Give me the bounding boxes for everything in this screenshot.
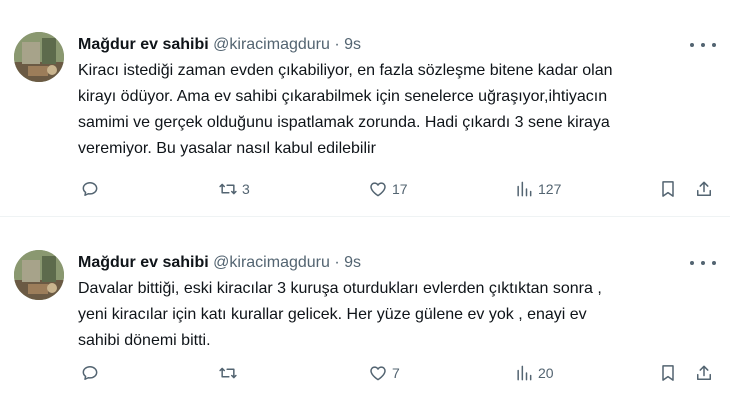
reply-button[interactable] — [80, 358, 104, 388]
tweet-header: Mağdur ev sahibi @kiracimagduru · 9s — [78, 252, 710, 274]
like-button[interactable]: 7 — [368, 358, 400, 388]
heart-icon — [370, 366, 386, 381]
user-handle[interactable]: @kiracimagduru — [213, 254, 330, 271]
comment-icon — [82, 366, 98, 380]
like-count: 7 — [392, 365, 400, 381]
bookmark-icon — [662, 181, 674, 197]
timestamp[interactable]: 9s — [344, 254, 361, 271]
tweet-text: Davalar bittiği, eski kiracılar 3 kuruşa… — [78, 280, 602, 349]
view-count: 20 — [538, 365, 554, 381]
tweet-divider — [0, 216, 730, 217]
retweet-icon — [219, 367, 237, 379]
share-button[interactable] — [694, 174, 714, 204]
bookmark-icon — [662, 365, 674, 381]
display-name[interactable]: Mağdur ev sahibi — [78, 36, 209, 53]
view-count: 127 — [538, 181, 562, 197]
views-chart-icon — [517, 365, 532, 381]
views-button[interactable]: 127 — [514, 174, 561, 204]
timestamp[interactable]: 9s — [344, 36, 361, 53]
bookmark-button[interactable] — [658, 358, 678, 388]
like-button[interactable]: 17 — [368, 174, 408, 204]
tweet-actions: 3 17 127 — [78, 174, 723, 204]
more-dots-icon[interactable] — [690, 36, 716, 54]
more-dots-icon[interactable] — [690, 254, 716, 272]
display-name[interactable]: Mağdur ev sahibi — [78, 254, 209, 271]
avatar[interactable] — [14, 32, 64, 82]
tweet-text: Kiracı istediği zaman evden çıkabiliyor,… — [78, 62, 613, 157]
heart-icon — [370, 182, 386, 197]
share-icon — [697, 365, 711, 380]
share-icon — [697, 181, 711, 196]
views-button[interactable]: 20 — [514, 358, 554, 388]
retweet-count: 3 — [242, 181, 250, 197]
separator: · — [334, 36, 340, 53]
avatar[interactable] — [14, 250, 64, 300]
retweet-button[interactable] — [218, 358, 242, 388]
separator: · — [334, 254, 340, 271]
retweet-button[interactable]: 3 — [218, 174, 250, 204]
views-chart-icon — [517, 181, 532, 197]
tweet-header: Mağdur ev sahibi @kiracimagduru · 9s — [78, 34, 710, 56]
tweet-actions: 7 20 — [78, 358, 723, 388]
share-button[interactable] — [694, 358, 714, 388]
comment-icon — [82, 182, 98, 196]
like-count: 17 — [392, 181, 408, 197]
user-handle[interactable]: @kiracimagduru — [213, 36, 330, 53]
tweet[interactable]: Mağdur ev sahibi @kiracimagduru · 9s Dav… — [0, 218, 730, 420]
reply-button[interactable] — [80, 174, 104, 204]
tweet[interactable]: Mağdur ev sahibi @kiracimagduru · 9s Kir… — [0, 0, 730, 216]
retweet-icon — [219, 183, 237, 195]
bookmark-button[interactable] — [658, 174, 678, 204]
